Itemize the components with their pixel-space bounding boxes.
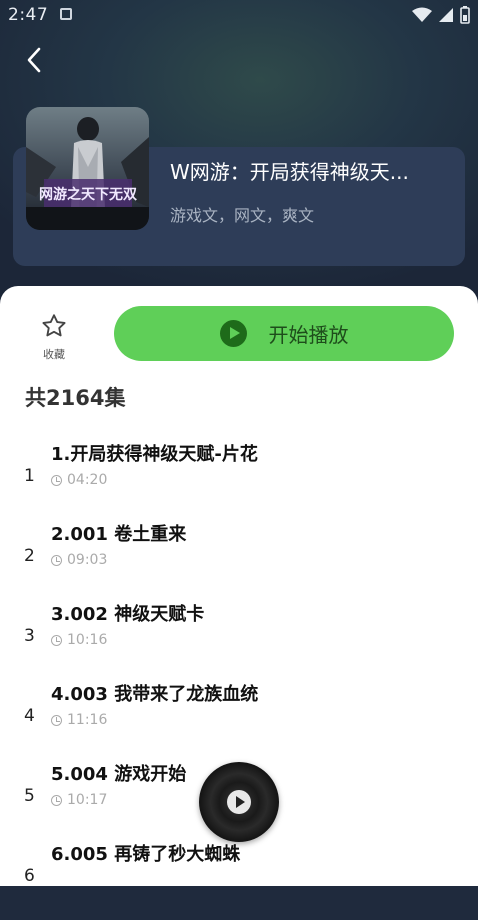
- signal-icon: [439, 8, 453, 22]
- episode-title: 1.开局获得神级天赋-片花: [51, 444, 258, 465]
- episode-number: 3: [24, 626, 35, 646]
- episode-duration: 09:03: [51, 552, 107, 568]
- cover-title-art: 网游之天下无双: [39, 186, 137, 203]
- battery-icon: [460, 6, 470, 24]
- episode-number: 2: [24, 546, 35, 566]
- episode-number: 4: [24, 706, 35, 726]
- episode-duration: 10:16: [51, 632, 107, 648]
- list-item[interactable]: 4 4.003 我带来了龙族血统 11:16: [0, 680, 478, 760]
- duration-text: 09:03: [67, 552, 108, 568]
- clock-icon: [51, 794, 62, 806]
- episode-number: 5: [24, 786, 35, 806]
- duration-text: 10:17: [67, 792, 108, 808]
- sim-icon: [60, 8, 72, 20]
- book-cover: 网游之天下无双: [26, 107, 149, 230]
- list-item[interactable]: 6 6.005 再铸了秒大蜘蛛: [0, 840, 478, 920]
- episode-number: 1: [24, 466, 35, 486]
- list-item[interactable]: 3 3.002 神级天赋卡 10:16: [0, 600, 478, 680]
- duration-text: 04:20: [67, 472, 108, 488]
- episode-count: 共2164集: [25, 386, 126, 410]
- episode-title: 2.001 卷土重来: [51, 524, 187, 545]
- star-icon: [42, 314, 66, 337]
- episode-title: 5.004 游戏开始: [51, 764, 187, 785]
- clock-icon: [51, 634, 62, 646]
- duration-text: 10:16: [67, 632, 108, 648]
- episode-number: 6: [24, 866, 35, 886]
- play-icon: [227, 790, 251, 814]
- mini-player-disc[interactable]: [199, 762, 279, 842]
- chevron-left-icon: [27, 47, 41, 73]
- clock-icon: [51, 714, 62, 726]
- duration-text: 11:16: [67, 712, 108, 728]
- play-circle-icon: [219, 320, 247, 347]
- status-bar: 2:47: [0, 0, 478, 30]
- book-tags: 游戏文，网文，爽文: [170, 206, 315, 225]
- list-item[interactable]: 2 2.001 卷土重来 09:03: [0, 520, 478, 600]
- episode-title: 6.005 再铸了秒大蜘蛛: [51, 844, 241, 865]
- favorite-button[interactable]: 收藏: [30, 312, 78, 362]
- favorite-label: 收藏: [43, 348, 65, 361]
- start-play-button[interactable]: 开始播放: [114, 306, 454, 361]
- clock-icon: [51, 554, 62, 566]
- episode-title: 4.003 我带来了龙族血统: [51, 684, 259, 705]
- back-button[interactable]: [22, 45, 48, 75]
- status-icons: [412, 6, 470, 24]
- episode-duration: 10:17: [51, 792, 107, 808]
- list-item[interactable]: 1 1.开局获得神级天赋-片花 04:20: [0, 440, 478, 520]
- episode-duration: 04:20: [51, 472, 107, 488]
- status-time: 2:47: [8, 5, 49, 25]
- wifi-icon: [412, 7, 432, 22]
- book-title: W网游：开局获得神级天...: [170, 160, 409, 184]
- start-play-label: 开始播放: [268, 323, 349, 347]
- episode-duration: 11:16: [51, 712, 107, 728]
- episode-title: 3.002 神级天赋卡: [51, 604, 205, 625]
- cover-image: 网游之天下无双: [26, 107, 149, 230]
- clock-icon: [51, 474, 62, 486]
